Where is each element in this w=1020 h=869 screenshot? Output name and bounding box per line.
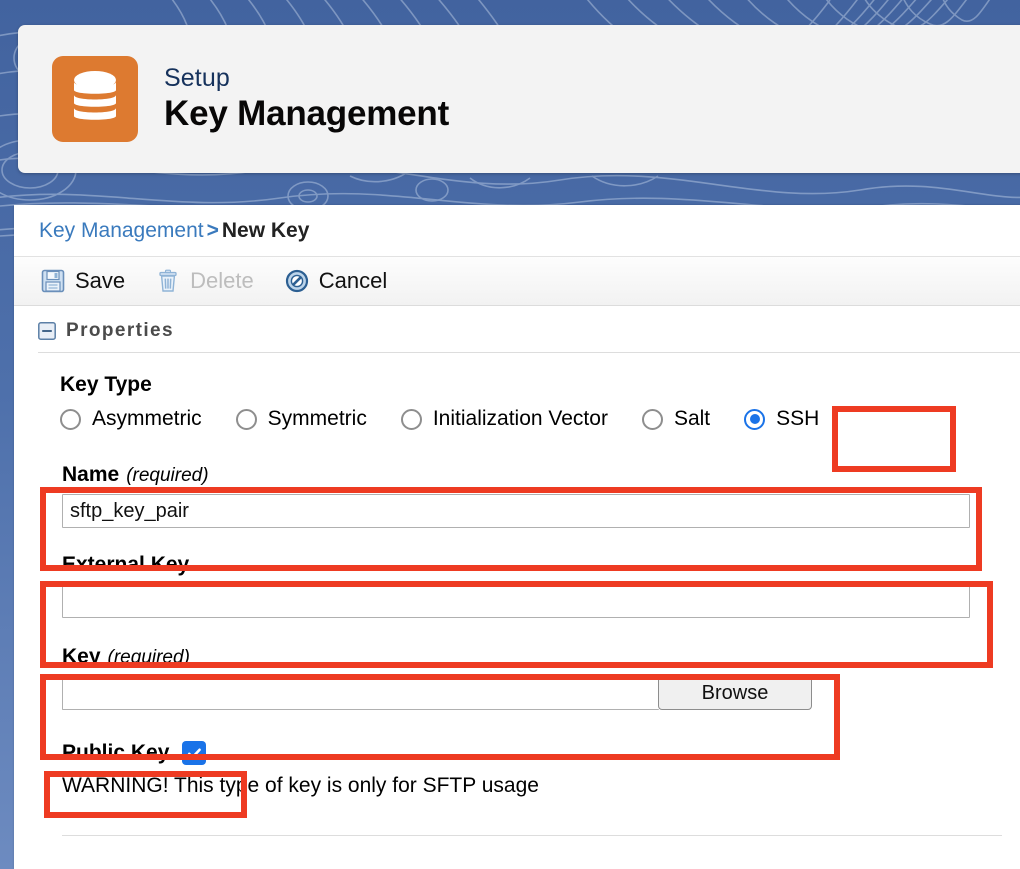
key-type-label: Key Type [60,373,152,396]
radio-salt[interactable]: Salt [641,407,711,431]
save-button[interactable]: Save [40,268,125,294]
setup-eyebrow-label: Setup [164,64,230,92]
name-label-text: Name [62,463,120,486]
public-key-label: Public Key [62,741,170,764]
radio-initialization-vector-label: Initialization Vector [432,407,608,430]
floppy-disk-icon [40,268,66,294]
radio-asymmetric-dot[interactable] [60,408,81,430]
key-file-input[interactable] [62,676,659,710]
breadcrumb: Key Management > New Key [14,205,1020,257]
sftp-warning-text: WARNING! This type of key is only for SF… [62,774,539,797]
cancel-button[interactable]: Cancel [284,268,387,294]
radio-ssh-dot[interactable] [744,408,766,430]
name-required-text: (required) [126,465,209,486]
radio-ssh-label: SSH [776,407,820,430]
radio-salt-label: Salt [673,407,711,430]
key-file-field-group: Key (required) Browse [62,645,812,710]
key-file-label: Key (required) [62,645,812,669]
radio-symmetric[interactable]: Symmetric [235,407,367,431]
form-bottom-divider [62,835,1002,836]
database-stack-icon [52,56,138,142]
key-file-input-row: Browse [62,676,812,710]
name-label: Name (required) [62,463,970,487]
radio-salt-dot[interactable] [641,408,663,430]
setup-header-text: Setup Key Management [164,65,449,133]
radio-initialization-vector-dot[interactable] [400,408,422,430]
key-type-field-group: Key Type Asymmetric Symmetric Initializa… [60,373,819,431]
delete-button: Delete [155,268,254,294]
circle-slash-icon [284,268,310,294]
key-type-radio-group: Asymmetric Symmetric Initialization Vect… [60,407,819,431]
external-key-label: External Key [62,553,970,577]
external-key-label-text: External Key [62,553,190,576]
page-title: Key Management [164,94,450,134]
browse-button[interactable]: Browse [658,676,812,710]
cancel-button-label: Cancel [318,268,388,293]
radio-asymmetric[interactable]: Asymmetric [60,407,202,431]
name-input[interactable] [62,494,970,528]
radio-symmetric-dot[interactable] [235,408,257,430]
properties-divider [38,352,1020,353]
radio-symmetric-label: Symmetric [267,407,367,430]
action-toolbar: Save Delete Cancel [14,257,1020,306]
external-key-field-group: External Key [62,553,970,618]
name-field-group: Name (required) [62,463,970,528]
setup-header-card: Setup Key Management [18,25,1020,173]
public-key-checkbox[interactable] [182,741,207,765]
breadcrumb-link-key-management[interactable]: Key Management [39,219,204,242]
radio-asymmetric-label: Asymmetric [92,407,202,430]
save-button-label: Save [75,268,126,293]
key-file-required-text: (required) [107,647,190,668]
breadcrumb-separator: > [206,219,219,242]
radio-ssh[interactable]: SSH [744,407,819,431]
properties-section-header[interactable]: Properties [14,306,1020,352]
delete-button-label: Delete [190,268,254,293]
public-key-row: Public Key [62,741,539,765]
properties-section-label: Properties [66,320,174,341]
checkmark-icon [187,748,201,759]
main-content-card: Key Management > New Key Save Delete Can… [14,205,1020,869]
breadcrumb-current-new-key: New Key [221,219,310,242]
collapse-minus-icon[interactable] [38,322,56,340]
key-file-label-text: Key [62,645,101,668]
public-key-field-group: Public Key WARNING! This type of key is … [62,741,539,798]
trash-icon [155,268,181,294]
radio-initialization-vector[interactable]: Initialization Vector [400,407,608,431]
external-key-input[interactable] [62,584,970,618]
